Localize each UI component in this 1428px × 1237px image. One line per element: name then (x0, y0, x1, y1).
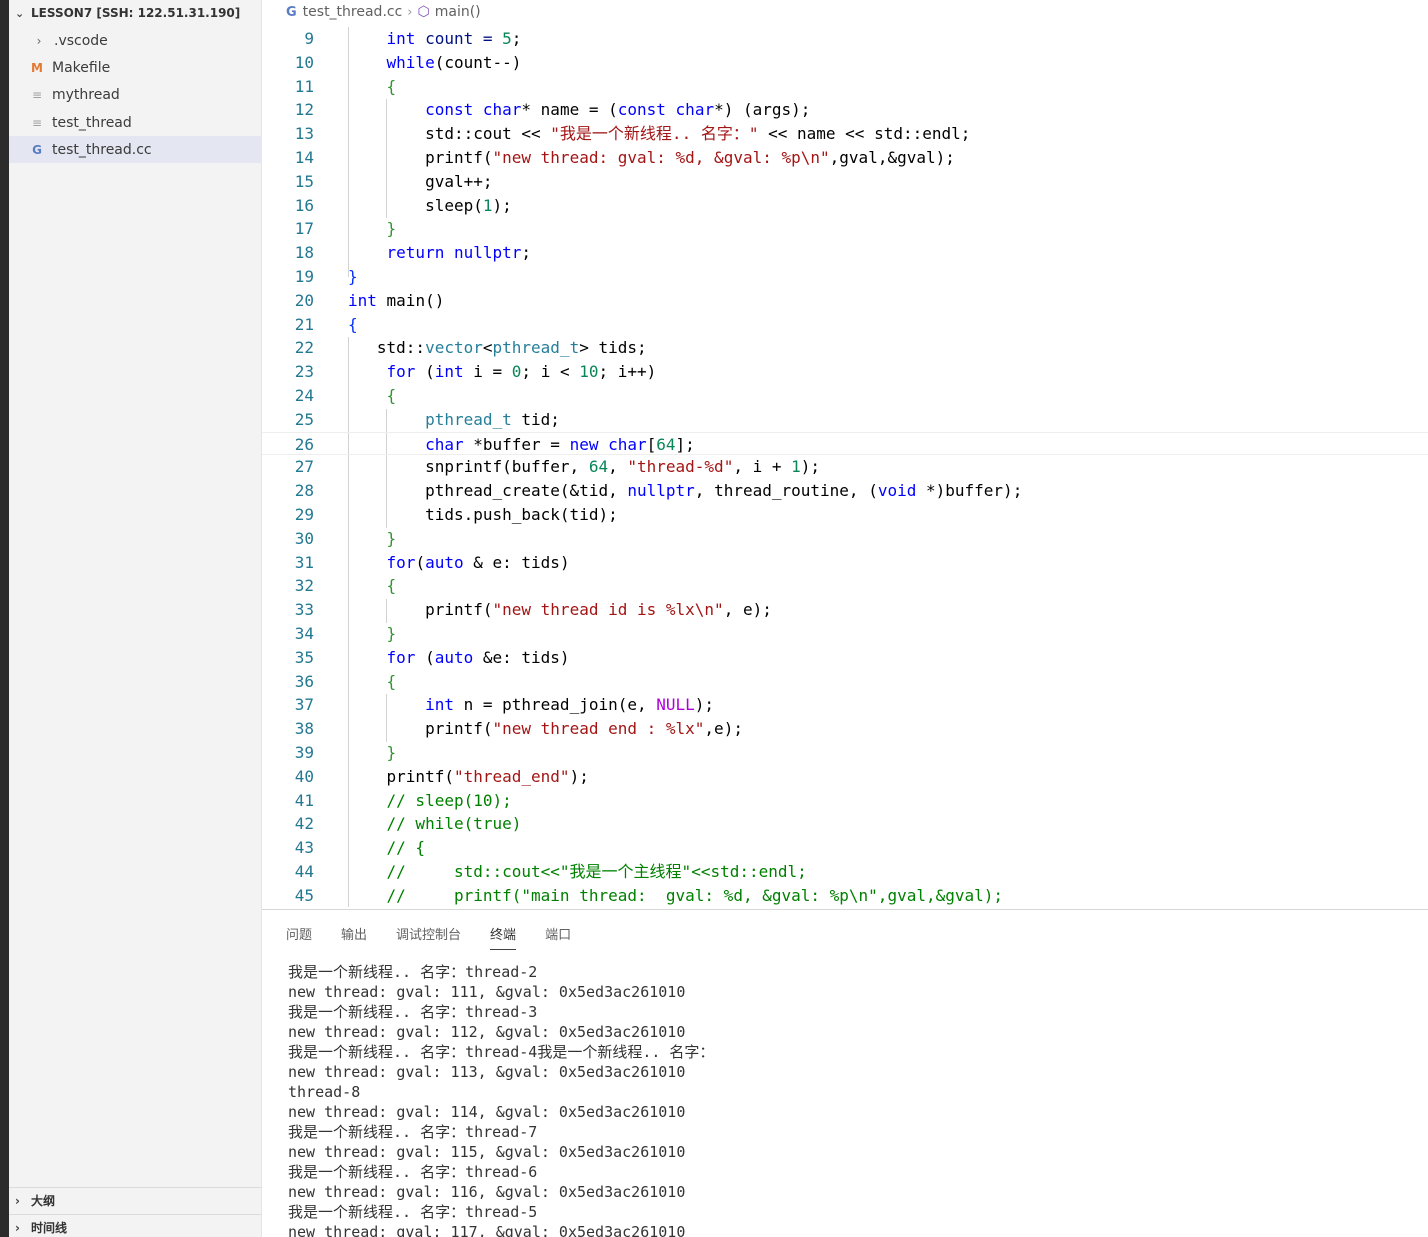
code-line: 22 std::vector<pthread_t> tids; (294, 338, 647, 358)
code-line: 15 gval++; (294, 171, 493, 191)
breadcrumb-symbol[interactable]: main() (435, 4, 481, 20)
code-line: 44 // std::cout<<"我是一个主线程"<<std::endl; (294, 862, 807, 881)
code-line: 25 pthread_t tid; (294, 409, 560, 429)
tree-item-vscode[interactable]: › .vscode (9, 27, 262, 54)
code-line: 33 printf("new thread id is %lx\n", e); (294, 600, 772, 620)
chevron-right-icon: › (407, 4, 413, 20)
code-line: 13 std::cout << "我是一个新线程.. 名字：" << name … (294, 124, 971, 144)
outline-section-header[interactable]: › 大纲 (9, 1187, 262, 1213)
code-line: 30 } (294, 528, 397, 548)
terminal-line: new thread: gval: 116, &gval: 0x5ed3ac26… (288, 1183, 686, 1201)
code-line: 31 for(auto & e: tids) (294, 552, 570, 572)
code-line: 10 while(count--) (294, 52, 522, 72)
code-line: 28 pthread_create(&tid, nullptr, thread_… (294, 481, 1023, 501)
terminal-line: 我是一个新线程.. 名字：thread-2 (288, 963, 538, 981)
code-line: 29 tids.push_back(tid); (294, 505, 618, 524)
tree-item-label: .vscode (54, 32, 108, 49)
tree-item-makefile[interactable]: M Makefile (9, 54, 262, 81)
code-line: 39 } (294, 743, 397, 762)
activity-bar-strip (0, 0, 9, 1237)
cpp-file-icon: G (286, 4, 297, 20)
code-line: 42 // while(true) (294, 814, 522, 834)
tab-ports[interactable]: 端口 (545, 924, 571, 950)
explorer-sidebar: ⌄ LESSON7 [SSH: 122.51.31.190] › .vscode… (9, 0, 262, 1237)
chevron-right-icon: › (36, 33, 42, 48)
outline-title: 大纲 (31, 1194, 56, 1208)
terminal-line: thread-8 (288, 1083, 361, 1101)
workspace-title: LESSON7 [SSH: 122.51.31.190] (31, 6, 241, 20)
tree-item-label: test_thread (52, 114, 132, 131)
tab-output[interactable]: 输出 (341, 924, 367, 950)
code-line: 11 { (294, 76, 397, 96)
terminal-line: new thread: gval: 115, &gval: 0x5ed3ac26… (288, 1143, 686, 1161)
chevron-right-icon: › (15, 1193, 20, 1208)
code-line: 27 snprintf(buffer, 64, "thread-%d", i +… (294, 457, 821, 477)
code-line: 12 const char* name = (const char*) (arg… (294, 100, 811, 120)
file-lines-icon: ≡ (31, 115, 43, 130)
timeline-title: 时间线 (31, 1221, 68, 1235)
tree-item-label: test_thread.cc (52, 141, 152, 158)
code-line: 9 int count = 5; (304, 29, 522, 48)
terminal-line: 我是一个新线程.. 名字：thread-4我是一个新线程.. 名字： (288, 1043, 715, 1061)
timeline-section-header[interactable]: › 时间线 (9, 1214, 262, 1237)
makefile-icon: M (31, 60, 43, 75)
code-line: 40 printf("thread_end"); (294, 766, 589, 786)
code-line: 32 { (294, 576, 397, 596)
code-line: 34 } (294, 624, 397, 643)
file-lines-icon: ≡ (31, 87, 43, 102)
code-line: 37 int n = pthread_join(e, NULL); (294, 695, 715, 715)
code-line: 45 // printf("main thread: gval: %d, &gv… (294, 885, 1004, 905)
tree-item-label: mythread (52, 86, 120, 103)
terminal-line: new thread: gval: 113, &gval: 0x5ed3ac26… (288, 1063, 686, 1081)
bottom-panel: 问题 输出 调试控制台 终端 端口 我是一个新线程.. 名字：thread-2 … (262, 909, 1428, 1237)
code-line: 19} (294, 267, 358, 286)
terminal-line: new thread: gval: 117, &gval: 0x5ed3ac26… (288, 1223, 686, 1237)
code-line: 41 // sleep(10); (294, 790, 512, 810)
tree-item-test-thread[interactable]: ≡ test_thread (9, 109, 262, 136)
tab-terminal[interactable]: 终端 (490, 924, 517, 950)
code-line: 43 // { (294, 838, 426, 858)
panel-tabs: 问题 输出 调试控制台 终端 端口 (286, 924, 600, 950)
code-line: 24 { (294, 386, 397, 405)
breadcrumb: G test_thread.cc › ⬡ main() (262, 0, 1428, 24)
code-editor[interactable]: 9 int count = 5; 10 while(count--) 11 { … (262, 27, 1428, 907)
breadcrumb-file[interactable]: test_thread.cc (303, 4, 403, 20)
terminal-output[interactable]: 我是一个新线程.. 名字：thread-2 new thread: gval: … (288, 962, 1418, 1237)
code-line: 18 return nullptr; (294, 243, 532, 263)
tree-item-mythread[interactable]: ≡ mythread (9, 81, 262, 108)
chevron-right-icon: › (15, 1220, 20, 1235)
chevron-down-icon: ⌄ (15, 6, 25, 20)
terminal-line: new thread: gval: 114, &gval: 0x5ed3ac26… (288, 1103, 686, 1121)
code-line: 16 sleep(1); (294, 195, 512, 215)
code-line: 23 for (int i = 0; i < 10; i++) (294, 362, 657, 382)
terminal-line: new thread: gval: 111, &gval: 0x5ed3ac26… (288, 983, 686, 1001)
tab-problems[interactable]: 问题 (286, 924, 312, 950)
terminal-line: 我是一个新线程.. 名字：thread-7 (288, 1123, 538, 1141)
explorer-workspace-header[interactable]: ⌄ LESSON7 [SSH: 122.51.31.190] (9, 0, 262, 26)
cpp-file-icon: G (32, 142, 42, 157)
code-line: 21{ (294, 314, 358, 334)
code-line: 14 printf("new thread: gval: %d, &gval: … (294, 148, 955, 167)
code-line: 20 int main() (294, 290, 445, 310)
code-line: 38 printf("new thread end : %lx",e); (294, 719, 743, 739)
tab-debug-console[interactable]: 调试控制台 (396, 924, 461, 950)
code-line: 36 { (294, 671, 397, 691)
tree-item-test-thread-cc[interactable]: G test_thread.cc (9, 136, 262, 163)
terminal-line: new thread: gval: 112, &gval: 0x5ed3ac26… (288, 1023, 686, 1041)
method-cube-icon: ⬡ (417, 4, 430, 20)
terminal-line: 我是一个新线程.. 名字：thread-6 (288, 1163, 538, 1181)
terminal-line: 我是一个新线程.. 名字：thread-5 (288, 1203, 538, 1221)
code-line: 17 } (294, 219, 397, 239)
code-line-current: 26 char *buffer = new char[64]; (262, 431, 1428, 456)
code-line: 35 for (auto &e: tids) (294, 647, 570, 667)
terminal-line: 我是一个新线程.. 名字：thread-3 (288, 1003, 538, 1021)
tree-item-label: Makefile (52, 59, 111, 76)
